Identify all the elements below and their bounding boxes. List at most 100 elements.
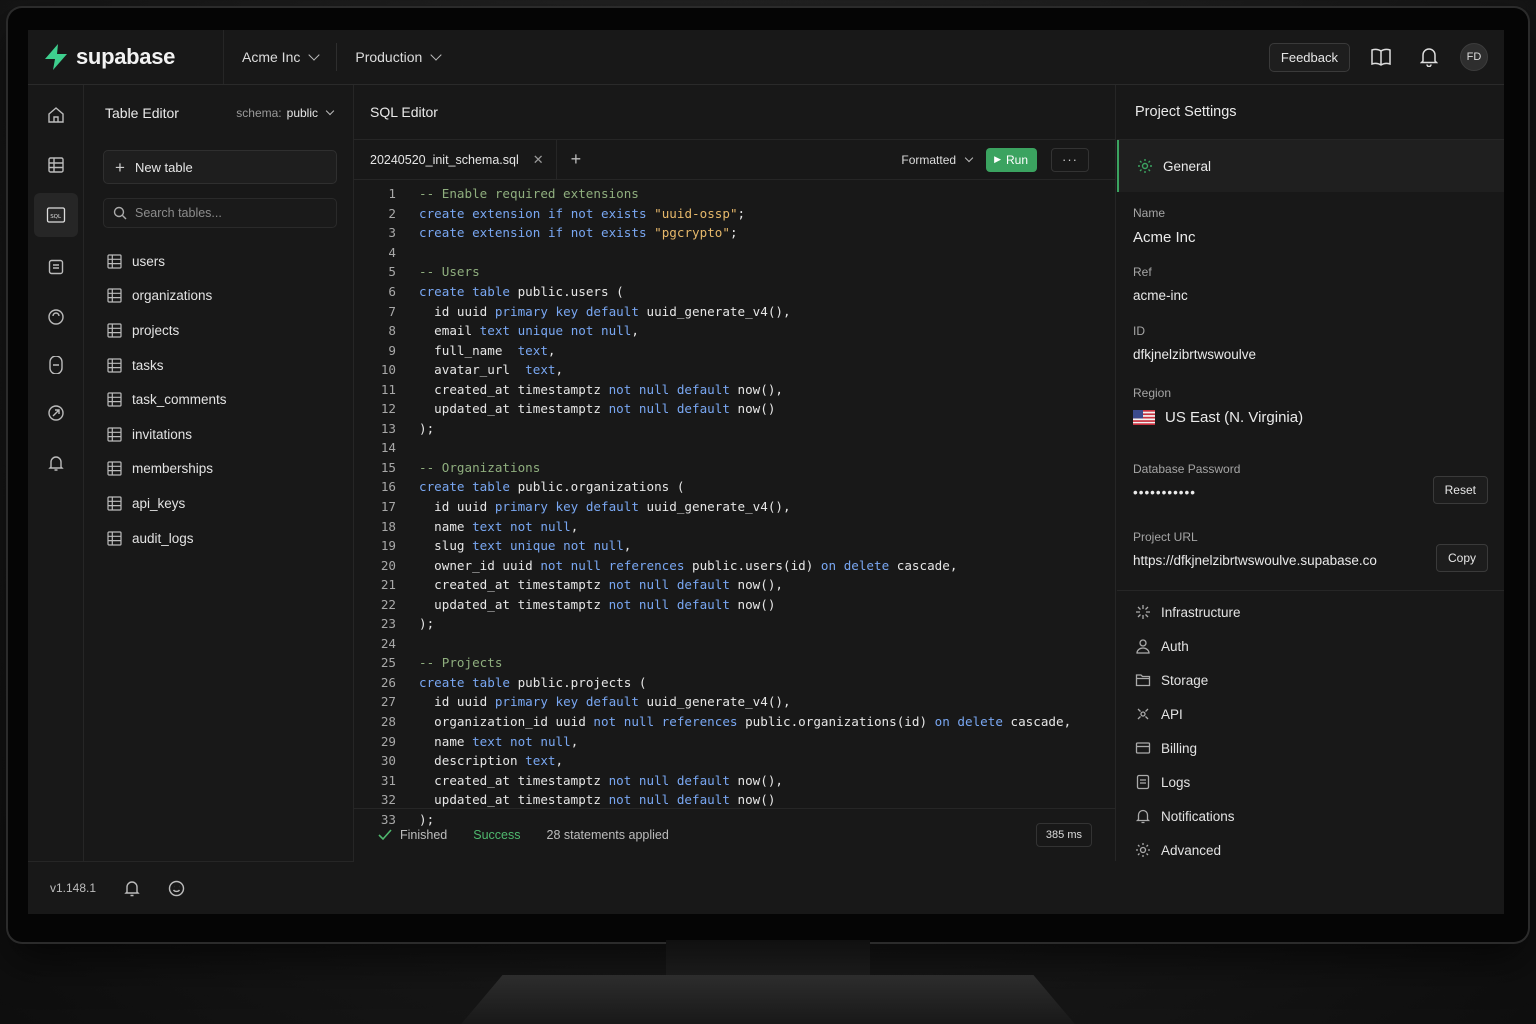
panel-title: Table Editor bbox=[105, 104, 179, 121]
run-button[interactable]: ▶ Run bbox=[986, 147, 1037, 172]
notifications-button[interactable] bbox=[1412, 40, 1446, 74]
tab-init-schema[interactable]: 20240520_init_schema.sql ✕ bbox=[354, 139, 557, 180]
table-name: users bbox=[132, 253, 166, 269]
settings-item-general[interactable]: General bbox=[1117, 140, 1504, 192]
code-line: 12 updated_at timestamptz not null defau… bbox=[354, 399, 1116, 419]
new-table-label: New table bbox=[134, 159, 193, 175]
settings-item-auth[interactable]: Auth bbox=[1117, 629, 1504, 663]
add-tab-icon[interactable]: + bbox=[557, 149, 596, 170]
line-content: name text not null, bbox=[419, 733, 579, 749]
code-area[interactable]: 1 -- Enable required extensions 2 create ex… bbox=[354, 184, 1116, 829]
settings-item-infrastructure[interactable]: Infrastructure bbox=[1117, 595, 1504, 629]
rail-auth[interactable] bbox=[34, 295, 78, 339]
table-item[interactable]: tasks bbox=[85, 348, 353, 383]
new-table-button[interactable]: + New table bbox=[103, 150, 337, 184]
logs-icon bbox=[1136, 774, 1150, 790]
format-label: Formatted bbox=[901, 152, 957, 167]
rail-table-editor[interactable] bbox=[34, 143, 78, 187]
reset-password-button[interactable]: Reset bbox=[1432, 476, 1488, 504]
search-tables-input[interactable]: Search tables... bbox=[103, 198, 337, 228]
code-line: 3 create extension if not exists "pgcrypt… bbox=[354, 223, 1116, 243]
rail-database[interactable] bbox=[34, 245, 78, 289]
line-number: 24 bbox=[380, 635, 396, 651]
table-item[interactable]: organizations bbox=[85, 279, 353, 314]
close-icon[interactable]: ✕ bbox=[533, 152, 544, 168]
logo[interactable]: supabase bbox=[28, 30, 224, 84]
line-number: 28 bbox=[380, 714, 396, 730]
line-number: 7 bbox=[388, 303, 396, 319]
code-line: 26 create table public.projects ( bbox=[354, 673, 1116, 693]
settings-menu: Infrastructure Auth Storage API Billing Logs N… bbox=[1117, 591, 1504, 867]
line-number: 14 bbox=[380, 440, 396, 456]
code-line: 19 slug text unique not null, bbox=[354, 536, 1116, 556]
project-url: https://dfkjnelzibrtwswoulve.supabase.co bbox=[1133, 553, 1377, 568]
code-line: 23); bbox=[354, 614, 1116, 634]
schema-selector[interactable]: schema: public bbox=[236, 106, 335, 120]
line-number: 2 bbox=[388, 205, 396, 221]
table-name: task_comments bbox=[132, 392, 227, 408]
bell-icon[interactable] bbox=[124, 880, 140, 897]
org-selector[interactable]: Acme Inc bbox=[224, 43, 336, 71]
settings-item-notifications[interactable]: Notifications bbox=[1117, 799, 1504, 833]
table-icon bbox=[107, 357, 122, 373]
line-content: -- Users bbox=[419, 264, 480, 280]
general-label: General bbox=[1163, 158, 1212, 174]
settings-item-storage[interactable]: Storage bbox=[1117, 663, 1504, 697]
table-item[interactable]: projects bbox=[85, 313, 353, 348]
avatar[interactable]: FD bbox=[1460, 43, 1488, 71]
code-line: 6 create table public.users ( bbox=[354, 282, 1116, 302]
line-content: name text not null, bbox=[419, 518, 579, 534]
line-number: 21 bbox=[380, 577, 396, 593]
rail-sql-editor[interactable]: SQL bbox=[34, 193, 78, 237]
settings-item-billing[interactable]: Billing bbox=[1117, 731, 1504, 765]
settings-item-api[interactable]: API bbox=[1117, 697, 1504, 731]
smile-icon[interactable] bbox=[168, 880, 185, 897]
code-line: 11 created_at timestamptz not null defau… bbox=[354, 379, 1116, 399]
format-selector[interactable]: Formatted bbox=[901, 152, 974, 167]
code-line: 29 name text not null, bbox=[354, 731, 1116, 751]
code-line: 30 description text, bbox=[354, 751, 1116, 771]
table-item[interactable]: api_keys bbox=[85, 486, 353, 521]
table-item[interactable]: memberships bbox=[85, 452, 353, 487]
table-icon bbox=[107, 254, 122, 269]
env-name: Production bbox=[355, 49, 423, 65]
line-content: full_name text, bbox=[419, 342, 556, 358]
code-line: 15 -- Organizations bbox=[354, 458, 1116, 478]
settings-item-label: Logs bbox=[1161, 774, 1191, 790]
region-label: Region bbox=[1133, 386, 1172, 400]
line-content: slug text unique not null, bbox=[419, 538, 632, 554]
us-flag-icon bbox=[1133, 410, 1155, 425]
rail-notifications[interactable] bbox=[34, 441, 78, 485]
run-label: Run bbox=[1005, 152, 1028, 167]
code-line: 9 full_name text, bbox=[354, 340, 1116, 360]
line-number: 30 bbox=[380, 753, 396, 769]
search-placeholder: Search tables... bbox=[135, 206, 222, 220]
table-icon bbox=[107, 323, 122, 338]
docs-button[interactable] bbox=[1364, 40, 1398, 74]
rail-storage[interactable] bbox=[34, 343, 78, 387]
settings-item-advanced[interactable]: Advanced bbox=[1117, 833, 1504, 867]
more-options-icon[interactable]: ··· bbox=[1051, 147, 1089, 172]
play-icon: ▶ bbox=[994, 154, 1001, 164]
project-name: Acme Inc bbox=[1133, 229, 1196, 246]
table-item[interactable]: users bbox=[85, 244, 353, 279]
sidebar-footer: v1.148.1 bbox=[28, 861, 354, 914]
table-item[interactable]: task_comments bbox=[85, 382, 353, 417]
settings-item-logs[interactable]: Logs bbox=[1117, 765, 1504, 799]
table-item[interactable]: audit_logs bbox=[85, 521, 353, 556]
code-line: 4 bbox=[354, 243, 1116, 263]
copy-url-button[interactable]: Copy bbox=[1435, 544, 1488, 572]
env-selector[interactable]: Production bbox=[336, 43, 458, 71]
rail-edge-functions[interactable] bbox=[34, 391, 78, 435]
line-content: id uuid primary key default uuid_generat… bbox=[419, 694, 791, 710]
table-name: invitations bbox=[132, 426, 193, 442]
feedback-button[interactable]: Feedback bbox=[1268, 42, 1350, 72]
tables-list: users organizations projects tasks task_comm… bbox=[85, 244, 353, 555]
rail-home[interactable] bbox=[34, 93, 78, 137]
table-name: memberships bbox=[132, 461, 214, 477]
line-content: updated_at timestamptz not null default … bbox=[419, 792, 776, 808]
ref-label: Ref bbox=[1133, 265, 1152, 279]
table-item[interactable]: invitations bbox=[85, 417, 353, 452]
code-line: 31 created_at timestamptz not null defau… bbox=[354, 770, 1116, 790]
line-content: create table public.projects ( bbox=[419, 674, 647, 690]
